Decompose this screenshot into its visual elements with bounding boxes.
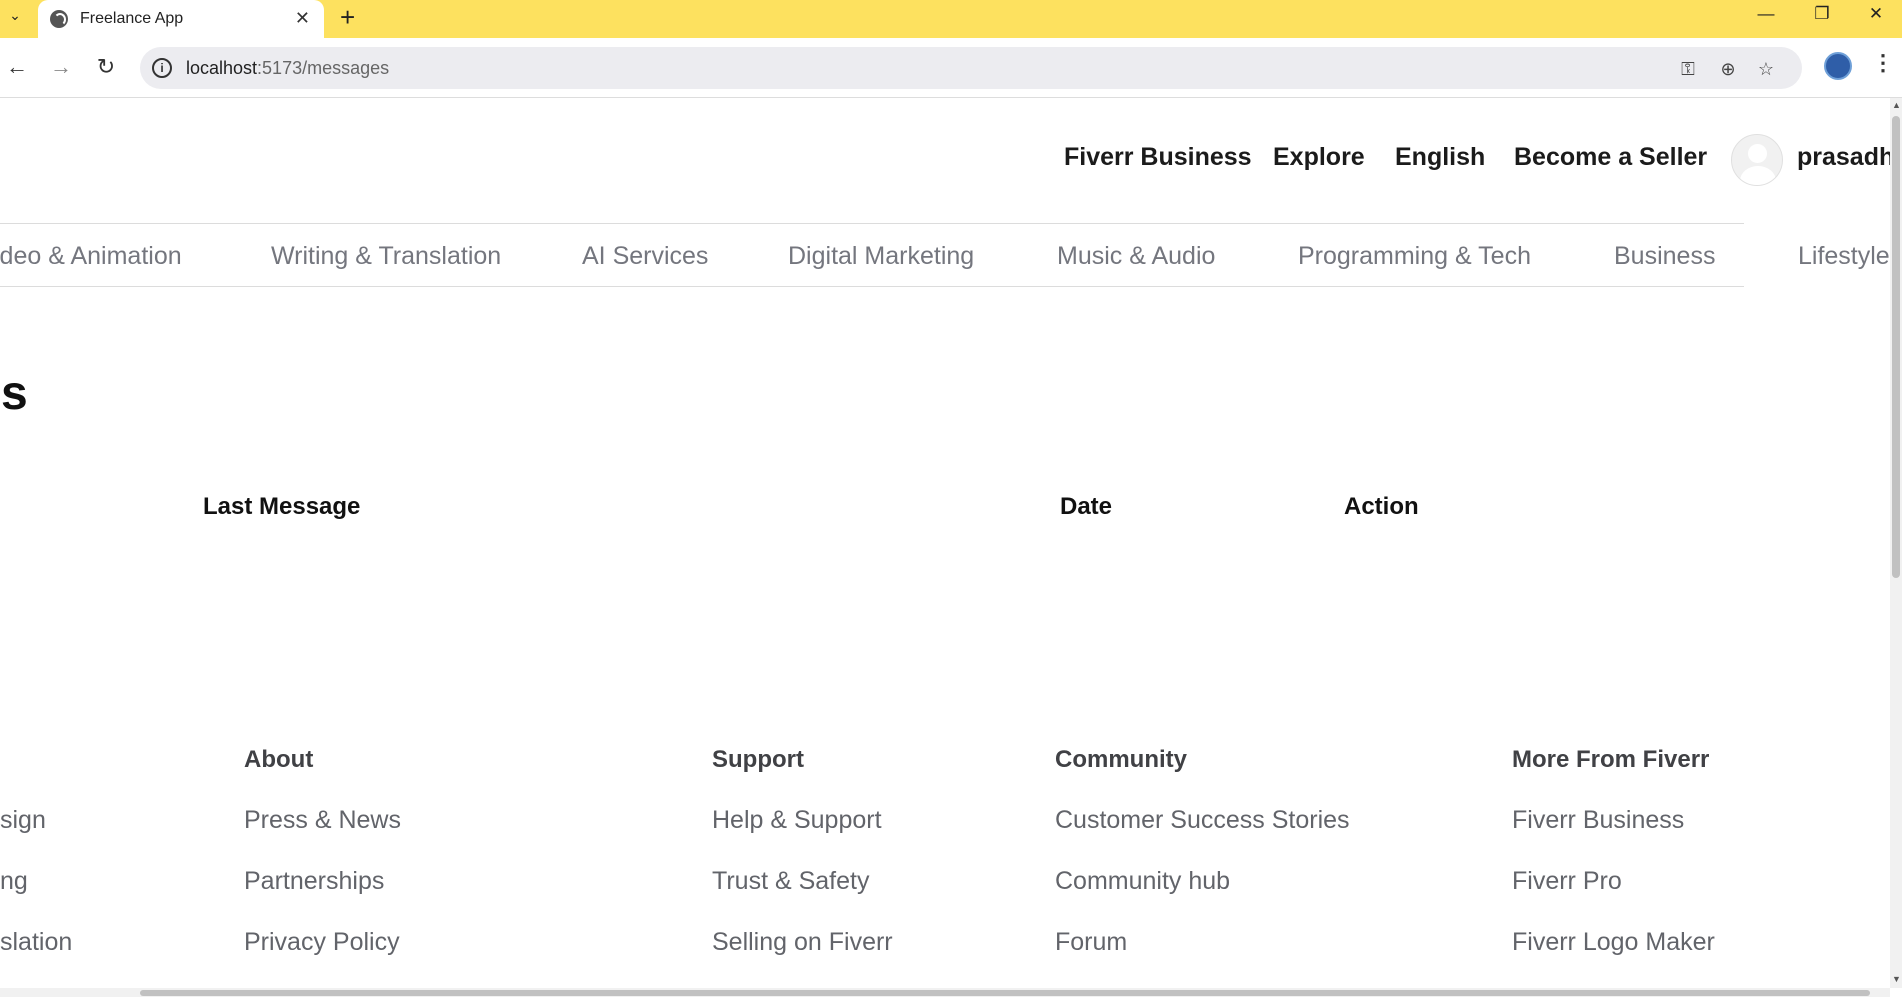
bookmark-star-icon[interactable]: ☆ bbox=[1754, 57, 1778, 81]
nav-fiverr-business[interactable]: Fiverr Business bbox=[1064, 143, 1252, 172]
footer-link[interactable]: Selling on Fiverr bbox=[712, 928, 893, 957]
vertical-scrollbar[interactable]: ▲ ▼ bbox=[1890, 98, 1902, 988]
zoom-icon[interactable]: ⊕ bbox=[1716, 57, 1740, 81]
url-host: localhost bbox=[186, 58, 258, 78]
footer-link-partial[interactable]: ng bbox=[0, 867, 28, 896]
footer-link[interactable]: Trust & Safety bbox=[712, 867, 869, 896]
scroll-down-icon[interactable]: ▼ bbox=[1892, 974, 1901, 984]
page-viewport: Fiverr Business Explore English Become a… bbox=[0, 98, 1890, 988]
footer-link-partial[interactable]: sign bbox=[0, 806, 46, 835]
scroll-up-icon[interactable]: ▲ bbox=[1892, 100, 1901, 110]
new-tab-button[interactable]: + bbox=[340, 2, 355, 33]
browser-toolbar: ← → ↻ i localhost:5173/messages ⚿ ⊕ ☆ ⋮ bbox=[0, 38, 1902, 98]
footer-link[interactable]: Fiverr Pro bbox=[1512, 867, 1622, 896]
category-digital-marketing[interactable]: Digital Marketing bbox=[788, 242, 974, 271]
reload-icon[interactable]: ↻ bbox=[89, 50, 123, 84]
tab-search-chevron-icon[interactable]: ⌄ bbox=[0, 0, 30, 30]
footer-link[interactable]: Privacy Policy bbox=[244, 928, 400, 957]
horizontal-scrollbar[interactable] bbox=[0, 988, 1890, 997]
footer-heading-support: Support bbox=[712, 746, 804, 773]
footer-heading-about: About bbox=[244, 746, 314, 773]
footer-link[interactable]: Forum bbox=[1055, 928, 1127, 957]
category-music-audio[interactable]: Music & Audio bbox=[1057, 242, 1215, 271]
nav-english[interactable]: English bbox=[1395, 143, 1485, 172]
back-icon[interactable]: ← bbox=[0, 50, 34, 84]
page-title: ges bbox=[0, 367, 28, 420]
divider-bottom bbox=[0, 286, 1744, 287]
table-header-last-message: Last Message bbox=[203, 493, 361, 520]
footer-heading-more-from-fiverr: More From Fiverr bbox=[1512, 746, 1710, 773]
globe-icon bbox=[50, 10, 68, 28]
forward-icon[interactable]: → bbox=[44, 50, 78, 84]
divider-top bbox=[0, 223, 1744, 224]
footer-link[interactable]: Partnerships bbox=[244, 867, 384, 896]
minimize-button[interactable]: — bbox=[1738, 0, 1794, 28]
category-ai-services[interactable]: AI Services bbox=[582, 242, 708, 271]
browser-tab[interactable]: Freelance App ✕ bbox=[38, 0, 324, 38]
nav-become-seller[interactable]: Become a Seller bbox=[1514, 143, 1707, 172]
password-key-icon[interactable]: ⚿ bbox=[1676, 57, 1700, 81]
footer-link[interactable]: Community hub bbox=[1055, 867, 1230, 896]
category-lifestyle[interactable]: Lifestyle bbox=[1798, 242, 1890, 271]
tab-title: Freelance App bbox=[80, 10, 184, 27]
vertical-scroll-thumb[interactable] bbox=[1892, 116, 1900, 578]
category-writing-translation[interactable]: Writing & Translation bbox=[271, 242, 501, 271]
category-video-animation[interactable]: ideo & Animation bbox=[0, 242, 182, 271]
footer-link-partial[interactable]: slation bbox=[0, 928, 72, 957]
footer-link[interactable]: Press & News bbox=[244, 806, 401, 835]
browser-tab-bar: ⌄ Freelance App ✕ + — ❐ ✕ bbox=[0, 0, 1902, 38]
footer-link[interactable]: Customer Success Stories bbox=[1055, 806, 1350, 835]
footer-link[interactable]: Fiverr Logo Maker bbox=[1512, 928, 1715, 957]
table-header-date: Date bbox=[1060, 493, 1113, 520]
site-info-icon[interactable]: i bbox=[152, 58, 172, 78]
restore-button[interactable]: ❐ bbox=[1794, 0, 1850, 28]
category-programming-tech[interactable]: Programming & Tech bbox=[1298, 242, 1531, 271]
nav-explore[interactable]: Explore bbox=[1273, 143, 1365, 172]
footer-link[interactable]: Fiverr Business bbox=[1512, 806, 1684, 835]
horizontal-scroll-thumb[interactable] bbox=[140, 990, 1870, 996]
url-text: localhost:5173/messages bbox=[186, 58, 389, 79]
footer-link[interactable]: Help & Support bbox=[712, 806, 882, 835]
address-bar[interactable]: i localhost:5173/messages ⚿ ⊕ ☆ bbox=[140, 47, 1802, 89]
url-path: :5173/messages bbox=[257, 58, 390, 78]
username[interactable]: prasadh bbox=[1797, 143, 1890, 172]
window-close-button[interactable]: ✕ bbox=[1848, 0, 1902, 28]
browser-menu-icon[interactable]: ⋮ bbox=[1872, 50, 1894, 76]
user-avatar[interactable] bbox=[1731, 134, 1783, 186]
tab-close-icon[interactable]: ✕ bbox=[295, 8, 310, 29]
table-header-action: Action bbox=[1344, 493, 1419, 520]
browser-profile-icon[interactable] bbox=[1824, 52, 1852, 80]
category-business[interactable]: Business bbox=[1614, 242, 1715, 271]
footer-heading-community: Community bbox=[1055, 746, 1187, 773]
